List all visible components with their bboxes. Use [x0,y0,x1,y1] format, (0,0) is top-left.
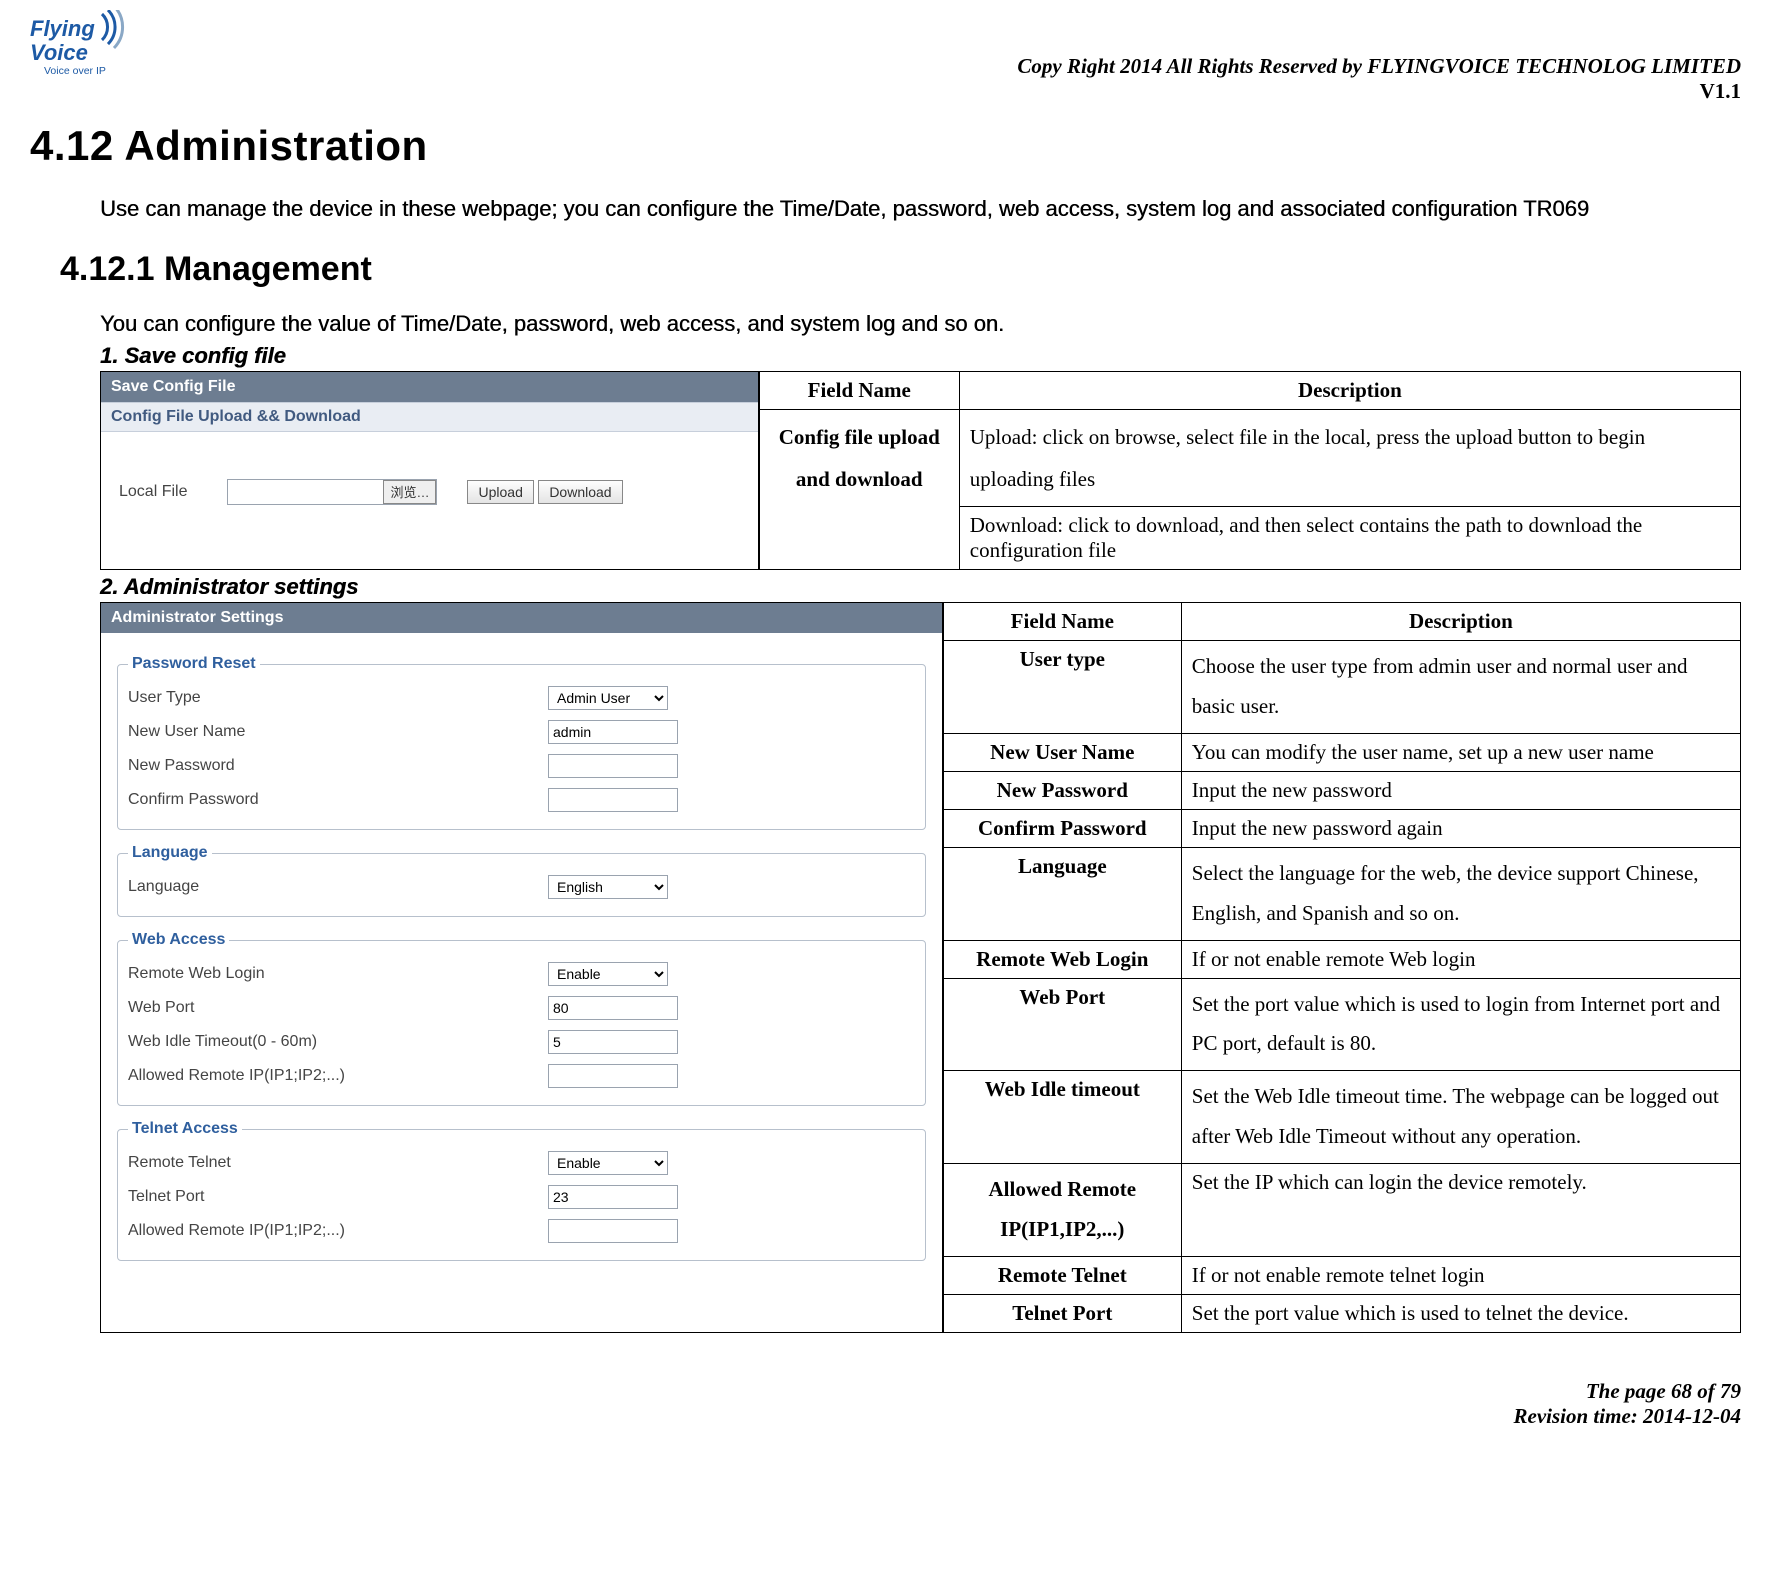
new-user-name-input[interactable] [548,720,678,744]
admin-settings-row: Administrator Settings Password Reset Us… [100,602,1741,1333]
table-header: Field Name [759,372,959,410]
svg-text:Voice: Voice [30,40,88,65]
table-cell: Confirm Password [943,809,1181,847]
copyright-text: Copy Right 2014 All Rights Reserved by F… [1017,54,1741,79]
version-text: V1.1 [1017,79,1741,104]
language-fieldset: Language Language English [117,844,926,917]
page-number: The page 68 of 79 [30,1379,1741,1404]
table-cell: If or not enable remote telnet login [1181,1256,1740,1294]
item-1-heading: 1. Save config file [100,343,1741,369]
new-password-input[interactable] [548,754,678,778]
allowed-remote-ip-input[interactable] [548,1064,678,1088]
panel-title: Save Config File [101,372,758,402]
web-idle-timeout-label: Web Idle Timeout(0 - 60m) [128,1033,548,1051]
table-cell: Set the Web Idle timeout time. The webpa… [1181,1071,1740,1164]
table-cell: Input the new password again [1181,809,1740,847]
download-button[interactable]: Download [538,480,622,504]
remote-web-login-label: Remote Web Login [128,965,548,983]
panel-title: Administrator Settings [101,603,942,633]
table-cell: Download: click to download, and then se… [959,507,1740,570]
admin-settings-screenshot: Administrator Settings Password Reset Us… [100,602,943,1333]
table-header: Description [1181,603,1740,641]
table-cell: You can modify the user name, set up a n… [1181,733,1740,771]
table-cell: Remote Telnet [943,1256,1181,1294]
admin-settings-table: Field Name Description User typeChoose t… [943,602,1741,1333]
table-cell: New User Name [943,733,1181,771]
table-cell: Set the IP which can login the device re… [1181,1164,1740,1257]
table-cell: Set the port value which is used to teln… [1181,1294,1740,1332]
new-user-name-label: New User Name [128,723,548,741]
telnet-allowed-ip-label: Allowed Remote IP(IP1;IP2;...) [128,1222,548,1240]
fieldset-legend: Telnet Access [128,1120,242,1138]
allowed-remote-ip-label: Allowed Remote IP(IP1;IP2;...) [128,1067,548,1085]
password-reset-fieldset: Password Reset User Type Admin User New … [117,655,926,830]
item-2-heading: 2. Administrator settings [100,574,1741,600]
user-type-select[interactable]: Admin User [548,686,668,710]
user-type-label: User Type [128,689,548,707]
web-port-input[interactable] [548,996,678,1020]
save-config-row: Save Config File Config File Upload && D… [100,371,1741,570]
table-cell: Telnet Port [943,1294,1181,1332]
subsection-title: 4.12.1 Management [60,250,1741,289]
table-cell: Set the port value which is used to logi… [1181,978,1740,1071]
svg-text:Voice over IP: Voice over IP [44,65,106,77]
telnet-port-label: Telnet Port [128,1188,548,1206]
section-intro: Use can manage the device in these webpa… [100,196,1741,222]
table-cell: Remote Web Login [943,940,1181,978]
local-file-label: Local File [119,483,187,501]
table-cell: Allowed Remote IP(IP1,IP2,...) [943,1164,1181,1257]
remote-telnet-select[interactable]: Enable [548,1151,668,1175]
panel-subtitle: Config File Upload && Download [101,402,758,432]
table-cell: Choose the user type from admin user and… [1181,641,1740,734]
section-title: 4.12 Administration [30,122,1741,170]
subsection-desc: You can configure the value of Time/Date… [100,311,1741,337]
svg-text:Flying: Flying [30,16,95,41]
table-cell: Web Idle timeout [943,1071,1181,1164]
language-label: Language [128,878,548,896]
revision-time: Revision time: 2014-12-04 [30,1404,1741,1429]
table-header: Field Name [943,603,1181,641]
fieldset-legend: Password Reset [128,655,260,673]
save-config-table: Field Name Description Config file uploa… [759,371,1741,570]
table-cell: New Password [943,771,1181,809]
local-file-input[interactable]: 浏览… [227,479,437,505]
confirm-password-input[interactable] [548,788,678,812]
remote-web-login-select[interactable]: Enable [548,962,668,986]
save-config-screenshot: Save Config File Config File Upload && D… [100,371,759,570]
fieldset-legend: Web Access [128,931,229,949]
table-cell: User type [943,641,1181,734]
fieldset-legend: Language [128,844,212,862]
table-cell: Select the language for the web, the dev… [1181,847,1740,940]
web-access-fieldset: Web Access Remote Web Login Enable Web P… [117,931,926,1106]
language-select[interactable]: English [548,875,668,899]
upload-button[interactable]: Upload [467,480,533,504]
browse-button[interactable]: 浏览… [383,480,436,504]
page-header: Flying Voice Voice over IP Copy Right 20… [30,10,1741,104]
remote-telnet-label: Remote Telnet [128,1154,548,1172]
table-cell: If or not enable remote Web login [1181,940,1740,978]
table-cell: Language [943,847,1181,940]
table-cell: Web Port [943,978,1181,1071]
table-header: Description [959,372,1740,410]
page-footer: The page 68 of 79 Revision time: 2014-12… [30,1379,1741,1429]
table-cell: Input the new password [1181,771,1740,809]
copyright-block: Copy Right 2014 All Rights Reserved by F… [1017,54,1741,104]
telnet-allowed-ip-input[interactable] [548,1219,678,1243]
web-port-label: Web Port [128,999,548,1017]
telnet-access-fieldset: Telnet Access Remote Telnet Enable Telne… [117,1120,926,1261]
table-cell: Upload: click on browse, select file in … [959,410,1740,507]
new-password-label: New Password [128,757,548,775]
logo: Flying Voice Voice over IP [30,10,150,80]
web-idle-timeout-input[interactable] [548,1030,678,1054]
confirm-password-label: Confirm Password [128,791,548,809]
telnet-port-input[interactable] [548,1185,678,1209]
table-cell: Config file upload and download [759,410,959,570]
